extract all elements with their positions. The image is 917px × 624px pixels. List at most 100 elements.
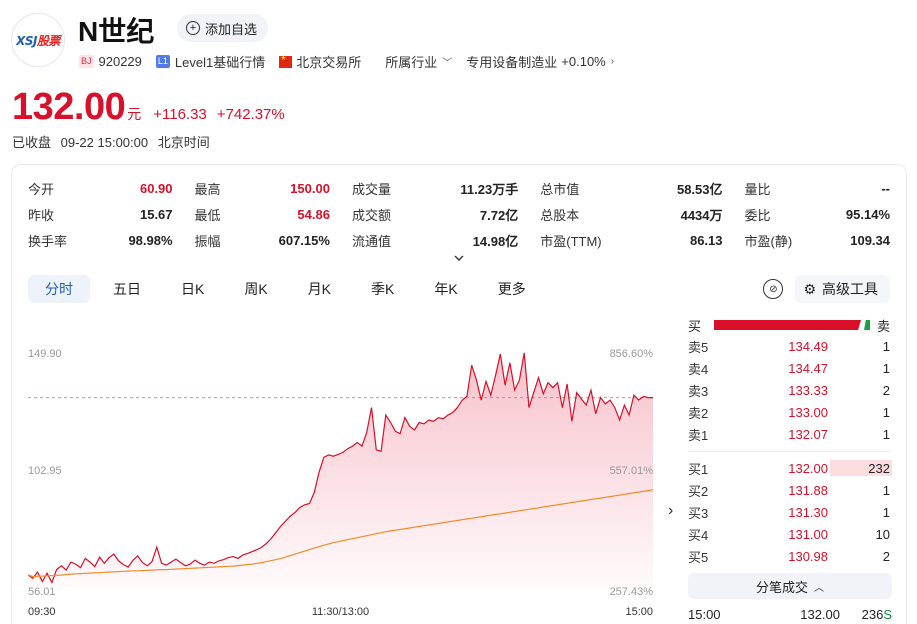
exchange-info: 北京交易所 (279, 52, 361, 71)
add-watchlist-button[interactable]: + 添加自选 (177, 14, 269, 42)
trade-price: 132.00 (800, 607, 840, 622)
bid-level-row: 买2 131.88 1 (688, 479, 892, 501)
ask-level-row: 卖5 134.49 1 (688, 335, 892, 357)
logo-text: XSJ股票 (16, 33, 60, 48)
stats-row: 昨收 15.67 最低 54.86 成交额 7.72亿 总股本 4434万 委比 95.14% (28, 201, 890, 227)
ask-level-row: 卖4 134.47 1 (688, 357, 892, 379)
bid-level-label: 买3 (688, 505, 709, 521)
bid-level-row: 买1 132.00 232 (688, 457, 892, 479)
exchange-name: 北京交易所 (296, 55, 362, 70)
y-axis-label-right: 557.01% (610, 465, 654, 477)
chevron-down-icon: ﹀ (442, 58, 453, 69)
stat-value: 4434万 (680, 207, 723, 223)
chart-svg: 149.90 102.95 56.01 856.60% 557.01% 257.43% 09… (27, 348, 654, 618)
china-flag-icon (279, 54, 293, 68)
stat-label: 换手率 (28, 233, 68, 249)
ask-level-row: 卖2 133.00 1 (688, 401, 892, 423)
expand-chevron-icon[interactable] (453, 252, 465, 264)
bid-level-volume: 2 (882, 548, 890, 564)
bid-level-price: 131.88 (788, 482, 828, 498)
industry-change: +0.10% (561, 54, 606, 69)
x-axis-label: 11:30/13:00 (312, 606, 369, 618)
stat-label: 量比 (744, 181, 771, 197)
chevron-up-icon: ︿ (814, 582, 824, 594)
chevron-right-icon[interactable]: › (668, 502, 673, 520)
bid-level-volume: 10 (875, 526, 890, 542)
tab-2[interactable]: 日K (164, 275, 221, 303)
trade-side: S (883, 607, 892, 622)
stock-logo: XSJ股票 (12, 14, 64, 66)
tab-3[interactable]: 周K (227, 275, 284, 303)
tab-1[interactable]: 五日 (96, 275, 158, 303)
no-ads-icon[interactable]: ⊘ (763, 279, 784, 299)
tab-0[interactable]: 分时 (28, 275, 90, 303)
stat-label: 最低 (194, 207, 221, 223)
stat-label: 市盈(TTM) (540, 233, 602, 249)
stat-value: 54.86 (297, 206, 330, 222)
tab-4[interactable]: 月K (291, 275, 348, 303)
advanced-tools-label: 高级工具 (822, 281, 878, 297)
advanced-tools-button[interactable]: ⚙ 高级工具 (795, 275, 890, 303)
stat-label: 振幅 (194, 233, 221, 249)
y-axis-label-right: 856.60% (610, 348, 654, 360)
tools-icon: ⚙ (803, 280, 816, 297)
order-book: 买 卖 卖5 134.49 1 卖4 134.47 1 卖3 133.33 2 卖2 133.00 1… (688, 315, 892, 622)
stat-label: 最高 (194, 181, 221, 197)
y-axis-label-left: 149.90 (28, 348, 62, 360)
trades-label: 分笔成交 (755, 579, 808, 595)
tab-5[interactable]: 季K (354, 275, 411, 303)
intraday-chart[interactable]: 149.90 102.95 56.01 856.60% 557.01% 257.43% 09… (12, 315, 672, 624)
tab-7[interactable]: 更多 (481, 275, 543, 303)
stat-value: 607.15% (278, 232, 330, 248)
stat-value: 11.23万手 (460, 181, 519, 197)
ask-level-price: 134.47 (788, 360, 828, 376)
bid-level-label: 买5 (688, 549, 709, 565)
stat-value: 98.98% (128, 232, 173, 248)
status-text: 已收盘 (12, 135, 52, 150)
plus-icon: + (186, 21, 200, 35)
x-axis-label: 15:00 (625, 606, 653, 618)
stat-value: 60.90 (139, 180, 173, 196)
stat-value: 14.98亿 (472, 233, 519, 249)
sell-ratio-bar (864, 320, 870, 330)
industry-link[interactable]: 专用设备制造业 +0.10% › (466, 52, 614, 71)
bid-level-volume: 1 (882, 504, 890, 520)
bid-level-label: 买4 (688, 527, 709, 543)
trades-toggle-button[interactable]: 分笔成交 ︿ (688, 573, 892, 599)
stat-label: 今开 (28, 181, 55, 197)
ask-level-label: 卖1 (688, 427, 709, 443)
stock-name: N世纪 (78, 16, 155, 47)
ask-level-label: 卖2 (688, 405, 709, 421)
y-axis-label-left: 102.95 (28, 465, 62, 477)
stock-code-text: 920229 (98, 54, 142, 69)
ask-level-row: 卖1 132.07 1 (688, 423, 892, 445)
industry-dropdown[interactable]: 所属行业 ﹀ (385, 52, 452, 71)
bid-ask-ratio: 买 卖 (688, 315, 892, 335)
chart-tools: ⊘ ⚙ 高级工具 (763, 275, 890, 303)
stat-value: 58.53亿 (676, 181, 723, 197)
status-tz: 北京时间 (157, 135, 210, 150)
ask-level-label: 卖3 (688, 383, 709, 399)
stat-label: 成交量 (351, 181, 391, 197)
stats-row: 今开 60.90 最高 150.00 成交量 11.23万手 总市值 58.53亿 量比 -- (28, 175, 890, 201)
bid-level-price: 132.00 (788, 460, 828, 476)
ask-level-volume: 1 (882, 338, 890, 354)
stats-table: 今开 60.90 最高 150.00 成交量 11.23万手 总市值 58.53亿 量比 -- 昨收… (28, 175, 890, 253)
buy-label: 买 (688, 318, 702, 334)
stat-value: 109.34 (850, 232, 890, 248)
ask-level-price: 133.33 (788, 382, 828, 398)
ask-level-volume: 1 (882, 426, 890, 442)
industry-label: 所属行业 (385, 55, 438, 70)
y-axis-label-left: 56.01 (28, 586, 56, 598)
divider (688, 451, 892, 452)
ask-level-volume: 1 (882, 404, 890, 420)
bid-levels: 买1 132.00 232 买2 131.88 1 买3 131.30 1 买4 131.00 10 买… (688, 457, 892, 567)
buy-ratio-bar (714, 320, 861, 330)
market-status: 已收盘 09-22 15:00:00 北京时间 (12, 132, 216, 151)
tab-6[interactable]: 年K (417, 275, 474, 303)
stock-meta-row: BJ 920229 L1 Level1基础行情 北京交易所 所属行业 ﹀ 专用设… (79, 52, 628, 71)
ask-level-row: 卖3 133.33 2 (688, 379, 892, 401)
ask-level-price: 134.49 (788, 338, 828, 354)
stat-value: 7.72亿 (479, 207, 519, 223)
level1-quote[interactable]: L1 Level1基础行情 (155, 52, 265, 71)
